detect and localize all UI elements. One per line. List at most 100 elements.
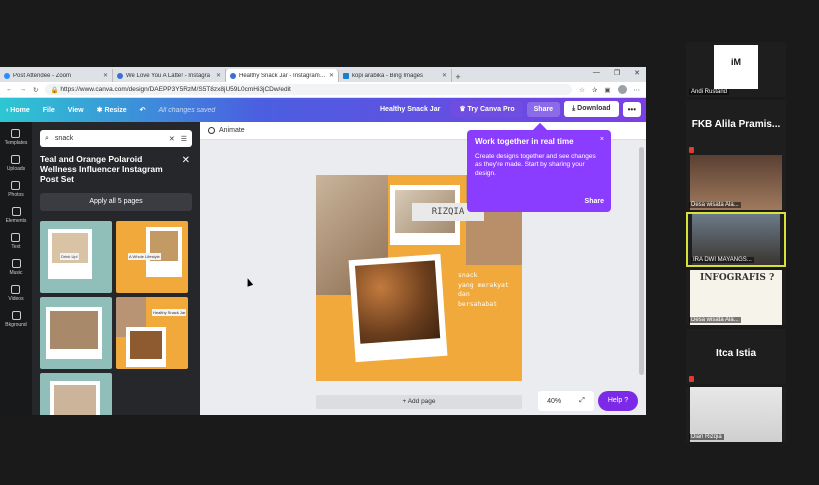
search-value: snack (54, 135, 74, 142)
rail-label: Videos (8, 296, 24, 302)
participant-tile[interactable]: Desa wisata Ala... (686, 155, 786, 210)
rail-text[interactable]: Text (11, 233, 21, 250)
rail-label: Elements (5, 218, 27, 224)
apply-all-button[interactable]: Apply all 5 pages (40, 193, 192, 211)
logo-text: iM (731, 57, 741, 67)
address-bar: ← → ↻ 🔒 https://www.canva.com/design/DAE… (0, 82, 646, 98)
thumbnail-caption: Drink Up! (60, 253, 79, 260)
rail-templates[interactable]: Templates (4, 129, 28, 146)
zoom-control[interactable]: 40% ⤢ (538, 391, 594, 411)
url-field[interactable]: 🔒 https://www.canva.com/design/DAEPP3Y5R… (45, 84, 573, 95)
zoom-level: 40% (547, 397, 562, 405)
reload-icon[interactable]: ↻ (33, 86, 38, 94)
more-button[interactable]: ••• (622, 101, 641, 117)
photos-icon (11, 181, 21, 190)
participant-tile[interactable]: FKB Alila Pramis... (686, 100, 786, 155)
muted-mic-icon (689, 376, 694, 382)
template-thumbnail[interactable] (40, 373, 112, 415)
close-tab-icon[interactable]: ✕ (216, 72, 221, 79)
rail-videos[interactable]: Videos (8, 285, 24, 302)
file-menu[interactable]: File (43, 107, 55, 114)
participant-tile[interactable]: INFOGRAFIS ? Desa wisata Ala... (686, 270, 786, 325)
topbar-actions: ♛ Try Canva Pro Share ⤓ Download ••• (451, 101, 641, 117)
canva-topbar: ‹ Home File View ✱ Resize ↶ All changes … (0, 98, 646, 122)
minimize-button[interactable]: — (593, 69, 600, 77)
template-thumbnail[interactable]: Healthy Snack Jar (116, 297, 188, 369)
new-tab-button[interactable]: + (452, 72, 464, 82)
elements-icon (11, 207, 21, 216)
close-tab-icon[interactable]: ✕ (103, 72, 108, 79)
template-thumbnail[interactable] (40, 297, 112, 369)
try-pro-button[interactable]: ♛ Try Canva Pro (451, 101, 523, 117)
download-button[interactable]: ⤓ Download (564, 101, 619, 117)
help-button[interactable]: Help ? (598, 391, 638, 411)
rail-label: Photos (8, 192, 24, 198)
forward-icon[interactable]: → (20, 86, 27, 93)
close-window-button[interactable]: ✕ (634, 69, 640, 77)
participant-name: IRA DWI MAYANGS... (691, 257, 754, 263)
participant-name: Dian Rizqia (689, 434, 724, 440)
participant-tile[interactable]: Dian Rizqia (686, 387, 786, 442)
maximize-button[interactable]: ❐ (614, 69, 620, 77)
rail-background[interactable]: Bkground (5, 311, 27, 328)
share-button[interactable]: Share (526, 101, 561, 117)
undo-icon[interactable]: ↶ (140, 106, 146, 114)
document-name[interactable]: Healthy Snack Jar (380, 106, 440, 113)
template-thumbnail[interactable]: A Whole Lifestyle (116, 221, 188, 293)
rail-label: Templates (4, 140, 28, 146)
profile-avatar[interactable] (617, 85, 627, 94)
participant-tile-active[interactable]: IRA DWI MAYANGS... (686, 212, 786, 267)
participant-tile[interactable]: iM Andi Rustand (686, 42, 786, 97)
url-text: https://www.canva.com/design/DAEPP3Y5RzM… (60, 86, 291, 93)
bing-icon (343, 72, 349, 79)
popover-share-button[interactable]: Share (585, 198, 604, 207)
star-icon[interactable]: ☆ (579, 86, 585, 94)
close-tab-icon[interactable]: ✕ (329, 72, 334, 79)
videos-icon (11, 285, 21, 294)
animate-button[interactable]: Animate (219, 127, 245, 134)
thumbnail-caption: Healthy Snack Jar (152, 309, 187, 316)
template-search-input[interactable]: ⌕ snack ✕ ☰ (40, 130, 192, 147)
close-tab-icon[interactable]: ✕ (442, 72, 447, 79)
muted-mic-icon (689, 147, 694, 153)
nuts-polaroid-photo[interactable] (348, 253, 448, 363)
favorites-icon[interactable]: ✰ (592, 86, 597, 94)
rail-music[interactable]: Music (9, 259, 23, 276)
template-thumbnail[interactable]: Drink Up! (40, 221, 112, 293)
close-template-set-icon[interactable]: ✕ (182, 155, 190, 166)
popover-close-icon[interactable]: × (600, 136, 604, 145)
home-button[interactable]: ‹ Home (6, 107, 30, 114)
rail-photos[interactable]: Photos (8, 181, 24, 198)
rail-uploads[interactable]: Uploads (7, 155, 25, 172)
resize-label: Resize (104, 107, 127, 114)
participant-name: Andi Rustand (689, 89, 730, 95)
tab-bing[interactable]: kopi arabika - Bing Images ✕ (339, 69, 452, 82)
collections-icon[interactable]: ▣ (604, 86, 610, 94)
clear-search-icon[interactable]: ✕ (169, 135, 175, 143)
template-thumbnails: Drink Up! A Whole Lifestyle Healthy Snac… (40, 221, 192, 415)
tab-canva-snack[interactable]: Healthy Snack Jar - Instagram Po ✕ (226, 69, 339, 82)
canva-icon (230, 72, 236, 79)
resize-button[interactable]: ✱ Resize (97, 106, 127, 114)
tagline-text[interactable]: snack yang merakyat dan bersahabat (458, 271, 509, 309)
participant-tile[interactable]: Itca Istia (686, 329, 786, 384)
fullscreen-icon[interactable]: ⤢ (579, 397, 585, 405)
zoom-icon (4, 72, 10, 79)
add-page-button[interactable]: + Add page (316, 395, 522, 409)
participant-name: Desa wisata Ala... (689, 317, 741, 323)
tab-canva-latte[interactable]: We Love You A Latte! - Instagra ✕ (113, 69, 226, 82)
popover-title: Work together in real time (475, 137, 574, 146)
vertical-scrollbar[interactable] (639, 147, 644, 375)
tab-zoom[interactable]: Post Attendee - Zoom ✕ (0, 69, 113, 82)
tab-label: Post Attendee - Zoom (13, 72, 72, 79)
view-menu[interactable]: View (68, 107, 84, 114)
download-label: Download (577, 105, 611, 112)
filter-icon[interactable]: ☰ (181, 135, 187, 143)
rail-elements[interactable]: Elements (5, 207, 27, 224)
back-icon[interactable]: ← (6, 86, 13, 93)
window-controls: — ❐ ✕ (593, 69, 640, 77)
background-icon (11, 311, 21, 320)
menu-icon[interactable]: ⋯ (634, 86, 641, 94)
save-status: All changes saved (158, 106, 216, 114)
templates-panel: ⌕ snack ✕ ☰ Teal and Orange Polaroid Wel… (32, 122, 200, 415)
